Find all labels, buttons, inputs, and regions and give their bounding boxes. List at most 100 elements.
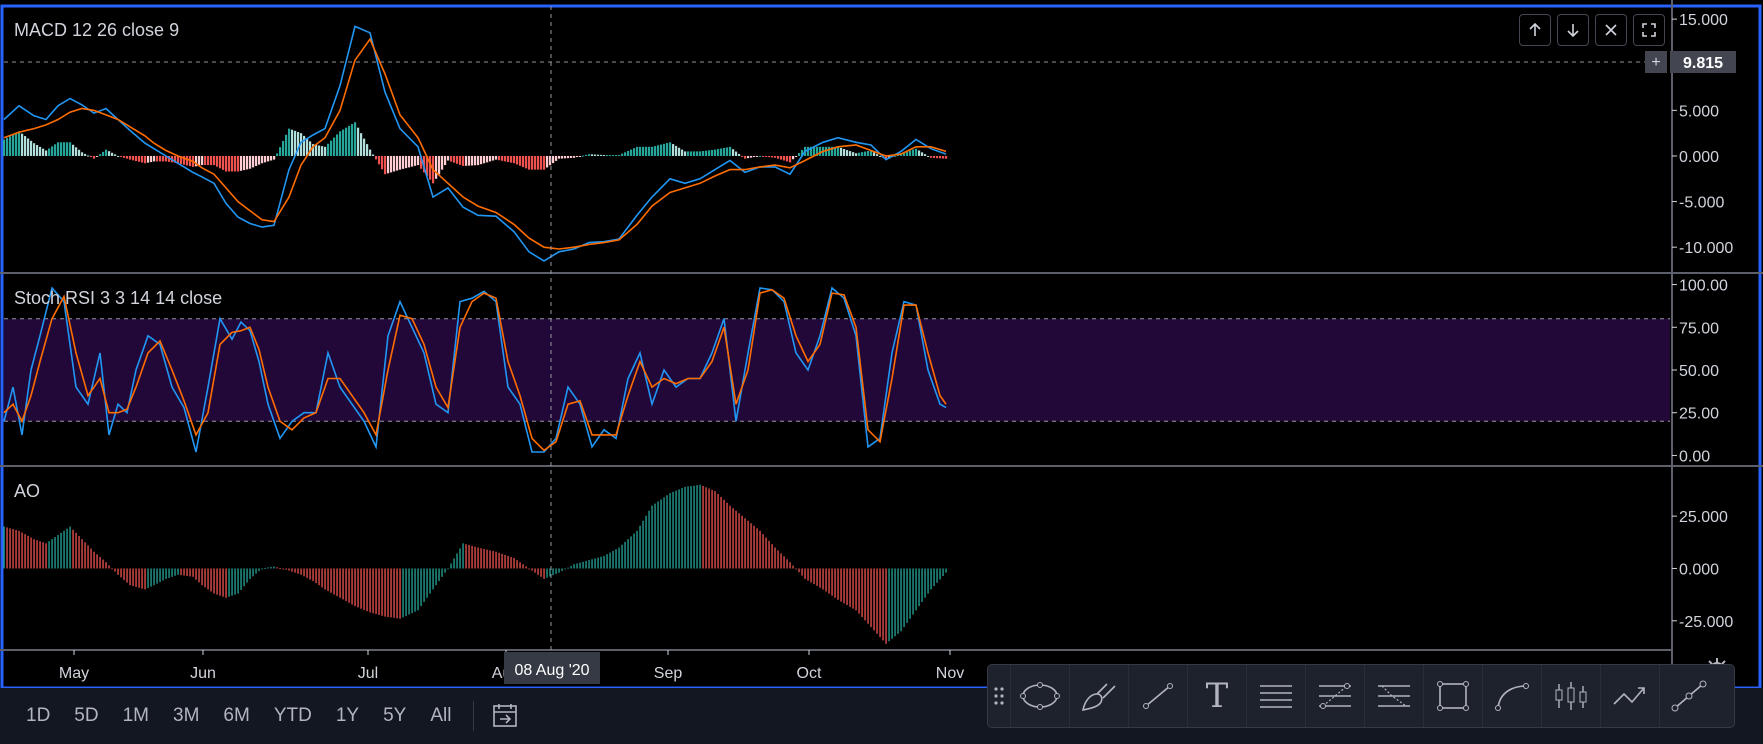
curve-tool[interactable]: [1482, 665, 1541, 727]
ao-bar: [261, 568, 263, 570]
crosshair-plus-icon[interactable]: +: [1651, 54, 1660, 71]
macd-histogram-bar: [795, 155, 798, 157]
ao-bar: [588, 560, 590, 569]
text-tool[interactable]: T: [1187, 665, 1246, 727]
fib-retracement-tool[interactable]: [1305, 665, 1364, 727]
brush-tool[interactable]: [1069, 665, 1128, 727]
fib-extension-tool[interactable]: [1364, 665, 1423, 727]
ao-bar: [18, 530, 20, 569]
macd-histogram-bar: [99, 154, 102, 156]
period-1m[interactable]: 1M: [111, 705, 161, 727]
macd-histogram-bar: [462, 155, 465, 166]
macd-histogram-bar: [6, 137, 9, 156]
macd-histogram-bar: [21, 133, 24, 156]
period-1y[interactable]: 1Y: [324, 705, 371, 727]
move-up-button[interactable]: [1519, 14, 1551, 46]
ao-bar: [762, 534, 764, 569]
ao-bar: [366, 568, 368, 612]
macd-histogram-bar: [186, 155, 189, 166]
period-1d[interactable]: 1D: [14, 705, 62, 727]
ao-bar: [462, 543, 464, 569]
ao-bar: [636, 530, 638, 569]
macd-histogram-bar: [789, 155, 792, 163]
period-all[interactable]: All: [418, 705, 463, 727]
period-ytd[interactable]: YTD: [262, 705, 324, 727]
macd-histogram-bar: [564, 155, 567, 159]
ao-bar: [171, 568, 173, 577]
ao-bar: [486, 549, 488, 569]
ao-bar: [372, 568, 374, 614]
close-icon: [1605, 24, 1617, 36]
trend-line-tool[interactable]: [1128, 665, 1187, 727]
period-3m[interactable]: 3M: [161, 705, 211, 727]
ao-bar: [480, 548, 482, 569]
period-selector: 1D 5D 1M 3M 6M YTD 1Y 5Y All: [14, 688, 522, 744]
macd-histogram-bar: [255, 155, 258, 166]
macd-histogram-bar: [873, 152, 876, 156]
ao-bar: [573, 564, 575, 569]
move-down-button[interactable]: [1557, 14, 1589, 46]
macd-histogram-bar: [780, 155, 783, 160]
rectangle-tool[interactable]: [1423, 665, 1482, 727]
ao-bar: [333, 568, 335, 595]
ao-bar: [234, 568, 236, 595]
ao-bar: [414, 568, 416, 612]
ao-bar: [852, 568, 854, 609]
toolbar-drag-handle[interactable]: [988, 665, 1010, 727]
period-5y[interactable]: 5Y: [371, 705, 418, 727]
ao-bar: [846, 568, 848, 606]
ao-bar: [357, 568, 359, 608]
macd-histogram-bar: [48, 148, 51, 156]
ruler-tool[interactable]: [1659, 665, 1718, 727]
maximize-pane-button[interactable]: [1633, 14, 1665, 46]
ao-bar: [186, 568, 188, 576]
macd-histogram-bar: [441, 155, 444, 170]
macd-histogram-bar: [201, 155, 204, 166]
ao-bar: [564, 568, 566, 570]
ao-bar: [510, 556, 512, 569]
horizontal-lines-tool[interactable]: [1246, 665, 1305, 727]
macd-histogram-bar: [24, 136, 27, 156]
macd-histogram-bar: [348, 125, 351, 156]
macd-histogram-bar: [792, 155, 795, 160]
period-6m[interactable]: 6M: [211, 705, 261, 727]
macd-histogram-bar: [852, 152, 855, 156]
ao-bar: [789, 562, 791, 569]
macd-histogram-bar: [582, 155, 585, 157]
go-to-date-button[interactable]: [488, 699, 522, 733]
macd-histogram-bar: [213, 155, 216, 166]
ao-bar: [48, 541, 50, 569]
macd-histogram-bar: [318, 145, 321, 156]
ao-bar: [312, 568, 314, 582]
ao-bar: [939, 568, 941, 580]
macd-histogram-bar: [474, 155, 477, 166]
ao-bar: [723, 499, 725, 569]
ellipse-tool[interactable]: [1010, 665, 1069, 727]
macd-histogram-bar: [444, 155, 447, 166]
ao-bar: [144, 568, 146, 590]
macd-histogram-bar: [651, 146, 654, 156]
ao-bar: [243, 568, 245, 587]
macd-histogram-bar: [288, 128, 291, 156]
macd-histogram-bar: [504, 155, 507, 162]
macd-histogram-bar: [450, 155, 453, 162]
macd-histogram-bar: [237, 155, 240, 172]
candlestick-tool[interactable]: [1541, 665, 1600, 727]
macd-histogram-bar: [861, 152, 864, 156]
y-tick-label: 15.000: [1679, 12, 1728, 29]
ao-bar: [324, 568, 326, 590]
ao-bar: [702, 486, 704, 569]
macd-histogram-bar: [147, 155, 150, 163]
macd-histogram-bar: [648, 146, 651, 156]
macd-histogram-bar: [66, 142, 69, 156]
ao-bar: [741, 515, 743, 569]
close-pane-button[interactable]: [1595, 14, 1627, 46]
ao-bar: [888, 568, 890, 642]
macd-title: MACD 12 26 close 9: [14, 20, 179, 40]
ao-bar: [726, 502, 728, 569]
macd-histogram-bar: [327, 143, 330, 156]
macd-histogram-bar: [69, 142, 72, 156]
chart-area[interactable]: MACD 12 26 close 9 15.000 5.000 0.000 -5.00…: [0, 0, 1763, 744]
period-5d[interactable]: 5D: [62, 705, 110, 727]
forecast-tool[interactable]: [1600, 665, 1659, 727]
